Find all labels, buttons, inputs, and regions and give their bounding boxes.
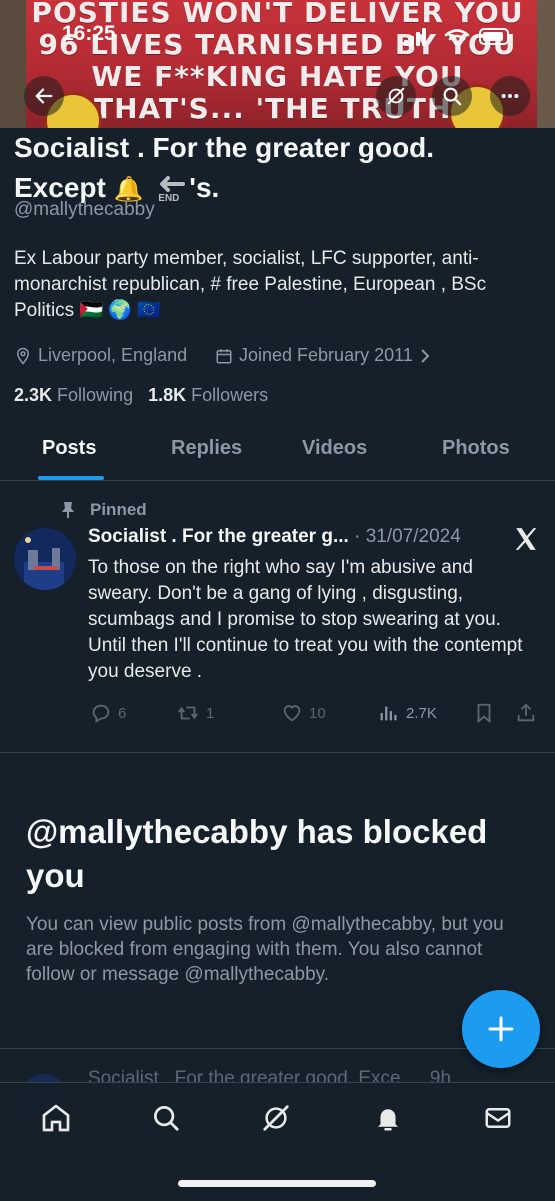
repost-icon	[178, 706, 198, 720]
profile-joined[interactable]: Joined February 2011	[215, 345, 431, 366]
back-arrow-icon	[35, 88, 53, 104]
nav-notifications-button[interactable]	[368, 1098, 408, 1138]
tab-replies[interactable]: Replies	[171, 437, 242, 460]
grok-button[interactable]	[376, 76, 416, 116]
grok-icon	[263, 1105, 289, 1131]
profile-counts: 2.3K Following 1.8K Followers	[14, 385, 268, 406]
pinned-indicator: Pinned	[60, 500, 147, 520]
bio-emoji: 🇵🇸 🌍 🇪🇺	[79, 300, 161, 321]
profile-location: Liverpool, England	[14, 345, 187, 366]
location-pin-icon	[16, 347, 30, 365]
repost-button[interactable]: 1	[176, 702, 214, 724]
nav-messages-button[interactable]	[478, 1098, 518, 1138]
analytics-icon	[380, 706, 397, 721]
tweet-date[interactable]: 31/07/2024	[366, 526, 461, 547]
profile-handle: @mallythecabby	[14, 199, 155, 220]
nav-home-button[interactable]	[36, 1098, 76, 1138]
grok-icon	[387, 87, 405, 105]
section-divider	[0, 752, 555, 753]
bell-icon	[378, 1109, 398, 1131]
tweet-author[interactable]: Socialist . For the greater g...	[88, 526, 349, 547]
followers-link[interactable]: 1.8K Followers	[148, 385, 268, 405]
search-icon	[443, 87, 462, 106]
wifi-icon	[444, 29, 470, 41]
mail-icon	[485, 1108, 511, 1128]
calendar-icon	[216, 348, 232, 363]
heart-icon	[283, 705, 301, 722]
more-button[interactable]	[490, 76, 530, 116]
tweet-text: To those on the right who say I'm abusiv…	[88, 557, 523, 682]
tweet-header: Socialist . For the greater g... · 31/07…	[88, 526, 461, 547]
tweet-avatar[interactable]	[14, 528, 76, 590]
tab-divider	[0, 480, 555, 481]
compose-button[interactable]	[462, 990, 540, 1068]
end-arrow-icon: END	[153, 173, 187, 207]
nav-search-button[interactable]	[146, 1098, 186, 1138]
tab-photos[interactable]: Photos	[442, 437, 510, 460]
like-button[interactable]: 10	[281, 702, 326, 724]
home-icon	[42, 1104, 70, 1132]
following-link[interactable]: 2.3K Following	[14, 385, 133, 405]
share-button[interactable]	[515, 702, 537, 724]
search-icon	[154, 1106, 179, 1131]
more-icon	[501, 93, 519, 99]
bookmark-button[interactable]	[474, 702, 494, 724]
search-button[interactable]	[432, 76, 472, 116]
reply-icon	[92, 704, 110, 723]
profile-banner[interactable]: POSTIES WON'T DELIVER YOU 96 LIVES TARNI…	[0, 0, 555, 128]
chevron-right-icon	[421, 348, 430, 363]
signal-icon	[404, 28, 426, 46]
profile-bio: Ex Labour party member, socialist, LFC s…	[14, 248, 487, 321]
nav-grok-button[interactable]	[256, 1098, 296, 1138]
blocked-description: You can view public posts from @mallythe…	[26, 914, 504, 985]
blocked-title: @mallythecabby has blocked you	[26, 813, 488, 894]
status-icons	[404, 26, 514, 53]
back-button[interactable]	[24, 76, 64, 116]
status-time: 16:25	[62, 22, 116, 45]
plus-icon	[488, 1016, 514, 1042]
bookmark-icon	[477, 703, 491, 724]
home-indicator	[178, 1180, 376, 1187]
share-icon	[517, 703, 535, 722]
battery-icon	[479, 28, 512, 45]
tab-posts[interactable]: Posts	[42, 437, 96, 460]
profile-name-line1: Socialist . For the greater good.	[14, 132, 435, 163]
x-logo-icon	[512, 526, 540, 557]
tab-videos[interactable]: Videos	[302, 437, 367, 460]
reply-button[interactable]: 6	[90, 702, 126, 724]
pin-icon	[62, 502, 74, 518]
views-button[interactable]: 2.7K	[378, 702, 437, 724]
profile-name: Socialist . For the greater good. Except…	[14, 128, 534, 210]
